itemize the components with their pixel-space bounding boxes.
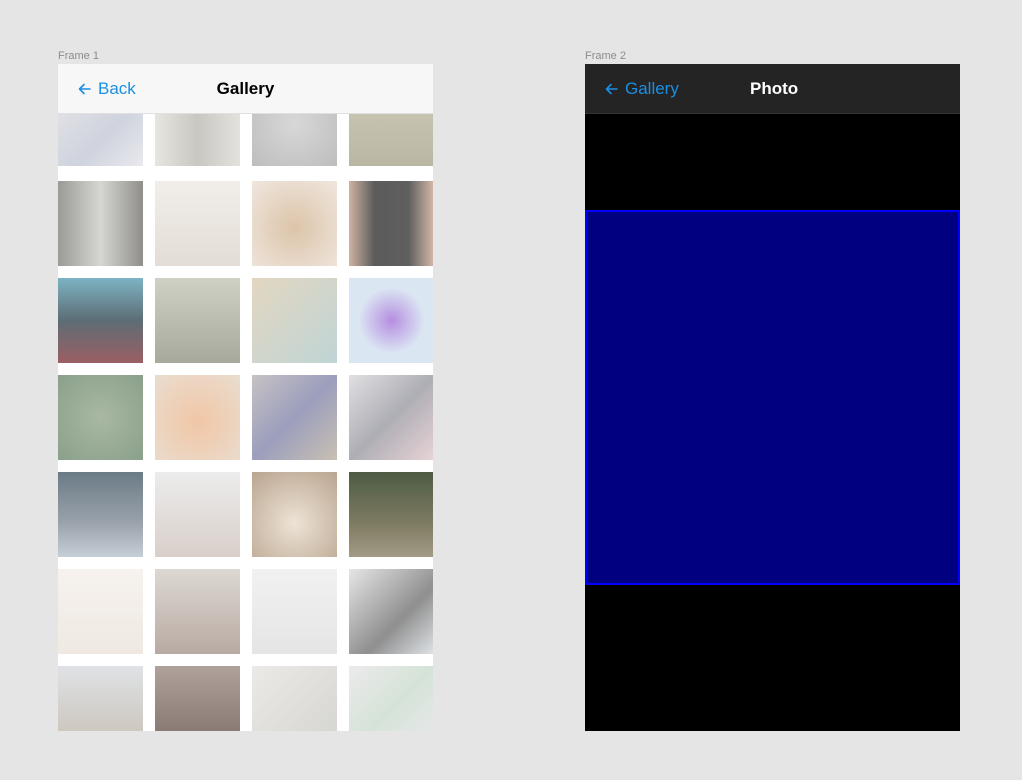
thumbnail-bicycle[interactable]	[349, 472, 433, 557]
frame-1-label: Frame 1	[58, 50, 99, 62]
back-to-gallery-button[interactable]: Gallery	[605, 79, 679, 99]
back-button-label: Gallery	[625, 79, 679, 98]
gallery-screen: Back Gallery	[58, 64, 433, 731]
gallery-navbar: Back Gallery	[58, 64, 433, 114]
thumbnail-street-alley[interactable]	[58, 181, 143, 266]
thumbnail-spanish-steps[interactable]	[58, 666, 143, 731]
photo-viewer[interactable]	[585, 210, 960, 585]
photo-navbar: Gallery Photo	[585, 64, 960, 114]
thumbnail-dark-street[interactable]	[155, 666, 240, 731]
thumbnail-sign-holders-2[interactable]	[349, 666, 433, 731]
thumbnail-stone-arch[interactable]	[252, 472, 337, 557]
thumbnail-purple-cube[interactable]	[349, 278, 433, 363]
frame-2-label: Frame 2	[585, 50, 626, 62]
thumbnail-menu-board[interactable]	[349, 181, 433, 266]
photo-screen: Gallery Photo	[585, 64, 960, 731]
thumbnail-headphones[interactable]	[349, 375, 433, 460]
thumbnail-street-walker[interactable]	[155, 569, 240, 654]
thumbnail-couple-walk[interactable]	[155, 472, 240, 557]
thumbnail-bread[interactable]	[252, 181, 337, 266]
thumbnail-magazine-reader[interactable]	[252, 375, 337, 460]
page-title: Gallery	[216, 79, 275, 98]
thumbnail-warm-bokeh[interactable]	[155, 375, 240, 460]
thumbnail-green-leaves[interactable]	[58, 375, 143, 460]
thumbnail-clothing-rack[interactable]	[252, 569, 337, 654]
thumbnail-bedroom[interactable]	[155, 181, 240, 266]
thumbnail-building-white[interactable]	[252, 666, 337, 731]
thumbnail-city-night[interactable]	[58, 472, 143, 557]
page-title: Photo	[750, 79, 799, 98]
thumbnail-girl-writing[interactable]	[252, 278, 337, 363]
arrow-left-icon	[605, 83, 618, 95]
thumbnail-girl-bags[interactable]	[155, 278, 240, 363]
thumbnail-white-pillow[interactable]	[58, 569, 143, 654]
thumbnail-neon-street[interactable]	[58, 278, 143, 363]
thumbnail-person-laptop[interactable]	[349, 569, 433, 654]
